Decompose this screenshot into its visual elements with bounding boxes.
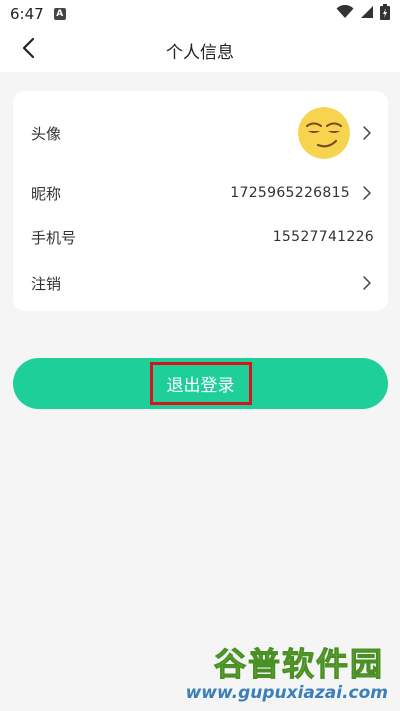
status-icons: [336, 4, 390, 24]
chevron-left-icon: [21, 37, 35, 63]
battery-icon: [380, 4, 390, 24]
logout-label: 退出登录: [149, 362, 252, 405]
watermark-logo: 谷普软件园 www.gupuxiazai.com: [186, 639, 392, 705]
nickname-row[interactable]: 昵称 1725965226815: [13, 171, 388, 215]
notification-icon: A: [53, 8, 66, 20]
watermark-text: 谷普软件园: [213, 645, 384, 684]
phone-row: 手机号 15527741226: [13, 215, 388, 259]
wifi-icon: [336, 4, 354, 23]
avatar-label: 头像: [31, 124, 62, 143]
nickname-value: 1725965226815: [230, 185, 350, 201]
nav-bar: 个人信息: [0, 28, 400, 72]
status-time: 6:47: [10, 5, 44, 23]
chevron-right-icon: [360, 186, 374, 200]
avatar: [298, 107, 350, 159]
status-bar: 6:47 A: [0, 0, 400, 28]
watermark-url: www.gupuxiazai.com: [185, 683, 388, 703]
cancel-account-row[interactable]: 注销: [13, 261, 388, 305]
signal-icon: [360, 5, 374, 23]
chevron-right-icon: [360, 276, 374, 290]
page-title: 个人信息: [166, 42, 234, 63]
nickname-label: 昵称: [31, 184, 62, 203]
phone-label: 手机号: [31, 228, 77, 247]
back-button[interactable]: [14, 36, 42, 64]
chevron-right-icon: [360, 126, 374, 140]
avatar-row[interactable]: 头像: [13, 105, 388, 161]
logout-button[interactable]: 退出登录: [13, 358, 388, 409]
profile-card: 头像 昵称 1725965226815 手机号 15527741226 注销: [13, 91, 388, 311]
phone-value: 15527741226: [272, 229, 374, 245]
cancel-account-label: 注销: [31, 274, 62, 293]
